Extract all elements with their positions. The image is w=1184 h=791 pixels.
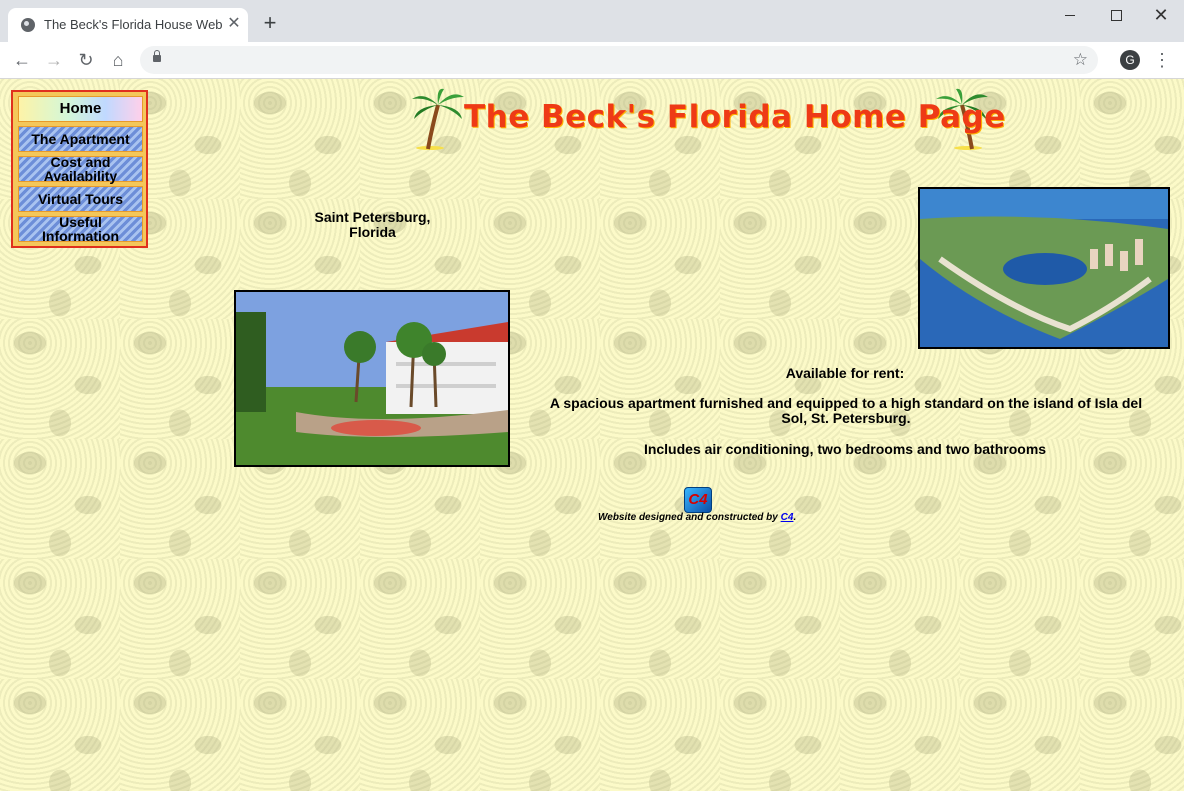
nav-info-button[interactable]: Useful Information [18,214,143,244]
credit-line: Website designed and constructed by C4. [598,512,796,523]
city-line-2: Florida [349,224,396,240]
maximize-button[interactable] [1106,6,1126,26]
c4-link[interactable]: C4 [781,512,794,523]
tab-bar: The Beck's Florida House Website ✕ + ✕ [0,0,1184,42]
address-bar[interactable]: ☆ [140,46,1098,74]
apartment-photo [234,290,510,467]
amenities-text: Includes air conditioning, two bedrooms … [643,441,1047,457]
forward-button[interactable]: → [42,48,66,72]
available-heading: Available for rent: [785,365,905,381]
credit-text: Website designed and constructed by [598,512,781,523]
minimize-button[interactable] [1060,6,1080,26]
page-title: The Beck's Florida Home Page [464,99,1006,135]
bookmark-star-icon[interactable]: ☆ [1073,49,1088,71]
globe-icon [21,18,35,32]
nav-home-button[interactable]: Home [18,96,143,122]
nav-tours-label: Virtual Tours [37,191,124,207]
island-aerial-photo [918,187,1170,349]
palm-tree-icon [412,88,464,150]
credit-period: . [793,512,797,523]
home-button[interactable]: ⌂ [106,48,130,72]
location-text: Saint Petersburg, Florida [300,210,445,240]
new-tab-button[interactable]: + [257,10,283,36]
web-page: Home The Apartment Cost and Availability… [0,79,1184,791]
browser-menu-icon[interactable]: ⋮ [1152,48,1172,72]
c4-logo[interactable]: C4 [684,487,712,513]
back-button[interactable]: ← [10,48,34,72]
lock-icon [153,50,161,62]
close-tab-icon[interactable]: ✕ [226,15,242,33]
nav-cost-label-2: Availability [43,168,118,184]
reload-button[interactable]: ↻ [74,48,98,72]
apartment-description: A spacious apartment furnished and equip… [549,395,1143,426]
window-close-button[interactable]: ✕ [1150,4,1172,26]
nav-apartment-button[interactable]: The Apartment [18,126,143,152]
nav-cost-label-1: Cost and [50,154,111,170]
profile-avatar[interactable]: G [1120,50,1140,70]
nav-tours-button[interactable]: Virtual Tours [18,186,143,212]
nav-apartment-label: The Apartment [31,131,130,147]
tab-title: The Beck's Florida House Website [44,17,222,32]
nav-info-label-1: Useful [59,214,102,230]
browser-toolbar: ← → ↻ ⌂ ☆ G ⋮ [0,42,1184,79]
nav-home-label: Home [59,100,102,117]
nav-info-label-2: Information [42,228,119,244]
browser-tab[interactable]: The Beck's Florida House Website ✕ [8,8,248,42]
city-line-1: Saint Petersburg, [314,209,431,225]
nav-cost-button[interactable]: Cost and Availability [18,154,143,184]
site-nav: Home The Apartment Cost and Availability… [11,90,148,248]
